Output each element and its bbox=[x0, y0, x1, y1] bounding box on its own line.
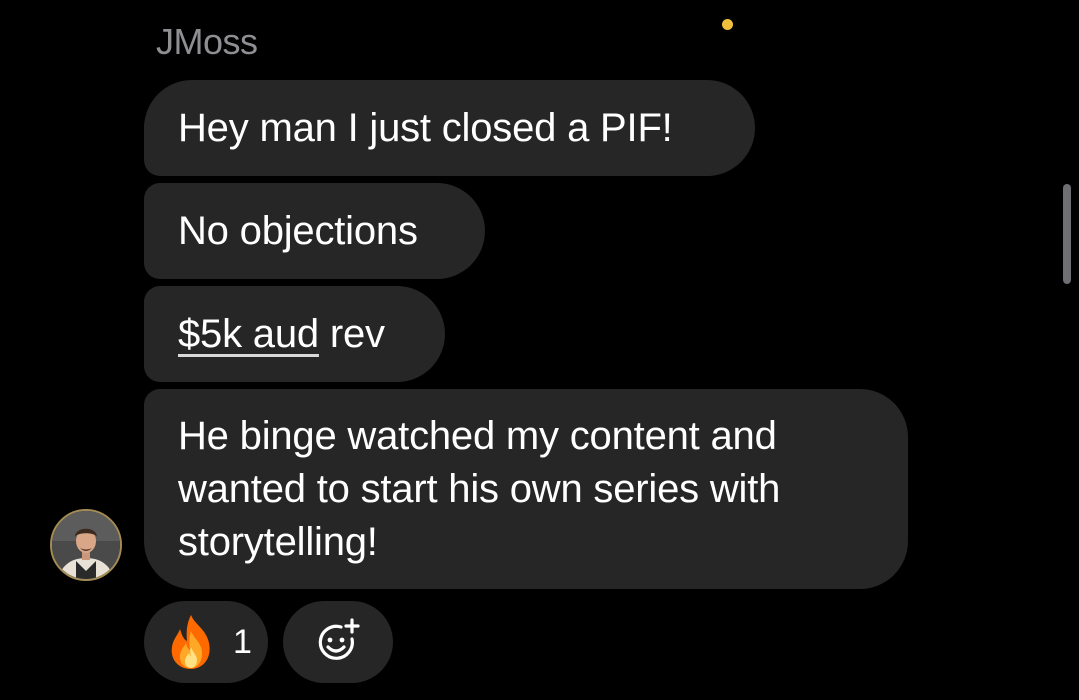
reaction-count: 1 bbox=[233, 622, 252, 661]
reaction-pill[interactable]: 1 bbox=[144, 601, 268, 683]
message-text: No objections bbox=[178, 208, 418, 253]
scrollbar[interactable] bbox=[1063, 184, 1071, 284]
add-reaction-button[interactable] bbox=[283, 601, 393, 683]
user-avatar-icon bbox=[52, 511, 120, 579]
message-bubble[interactable]: He binge watched my content and wanted t… bbox=[144, 389, 908, 589]
message-text: $5k aud rev bbox=[178, 308, 385, 361]
message-text-rest: rev bbox=[318, 311, 385, 356]
message-text: Hey man I just closed a PIF! bbox=[178, 105, 673, 150]
sender-avatar[interactable] bbox=[50, 509, 122, 581]
message-bubble[interactable]: $5k aud rev bbox=[144, 286, 445, 382]
sender-name: JMoss bbox=[156, 21, 258, 62]
message-link[interactable]: $5k aud bbox=[178, 312, 319, 356]
add-emoji-icon bbox=[318, 618, 360, 660]
message-text: He binge watched my content and wanted t… bbox=[178, 414, 781, 564]
message-bubble[interactable]: No objections bbox=[144, 183, 485, 279]
fire-emoji-icon bbox=[171, 615, 210, 669]
message-bubble[interactable]: Hey man I just closed a PIF! bbox=[144, 80, 755, 176]
status-dot bbox=[722, 19, 733, 30]
